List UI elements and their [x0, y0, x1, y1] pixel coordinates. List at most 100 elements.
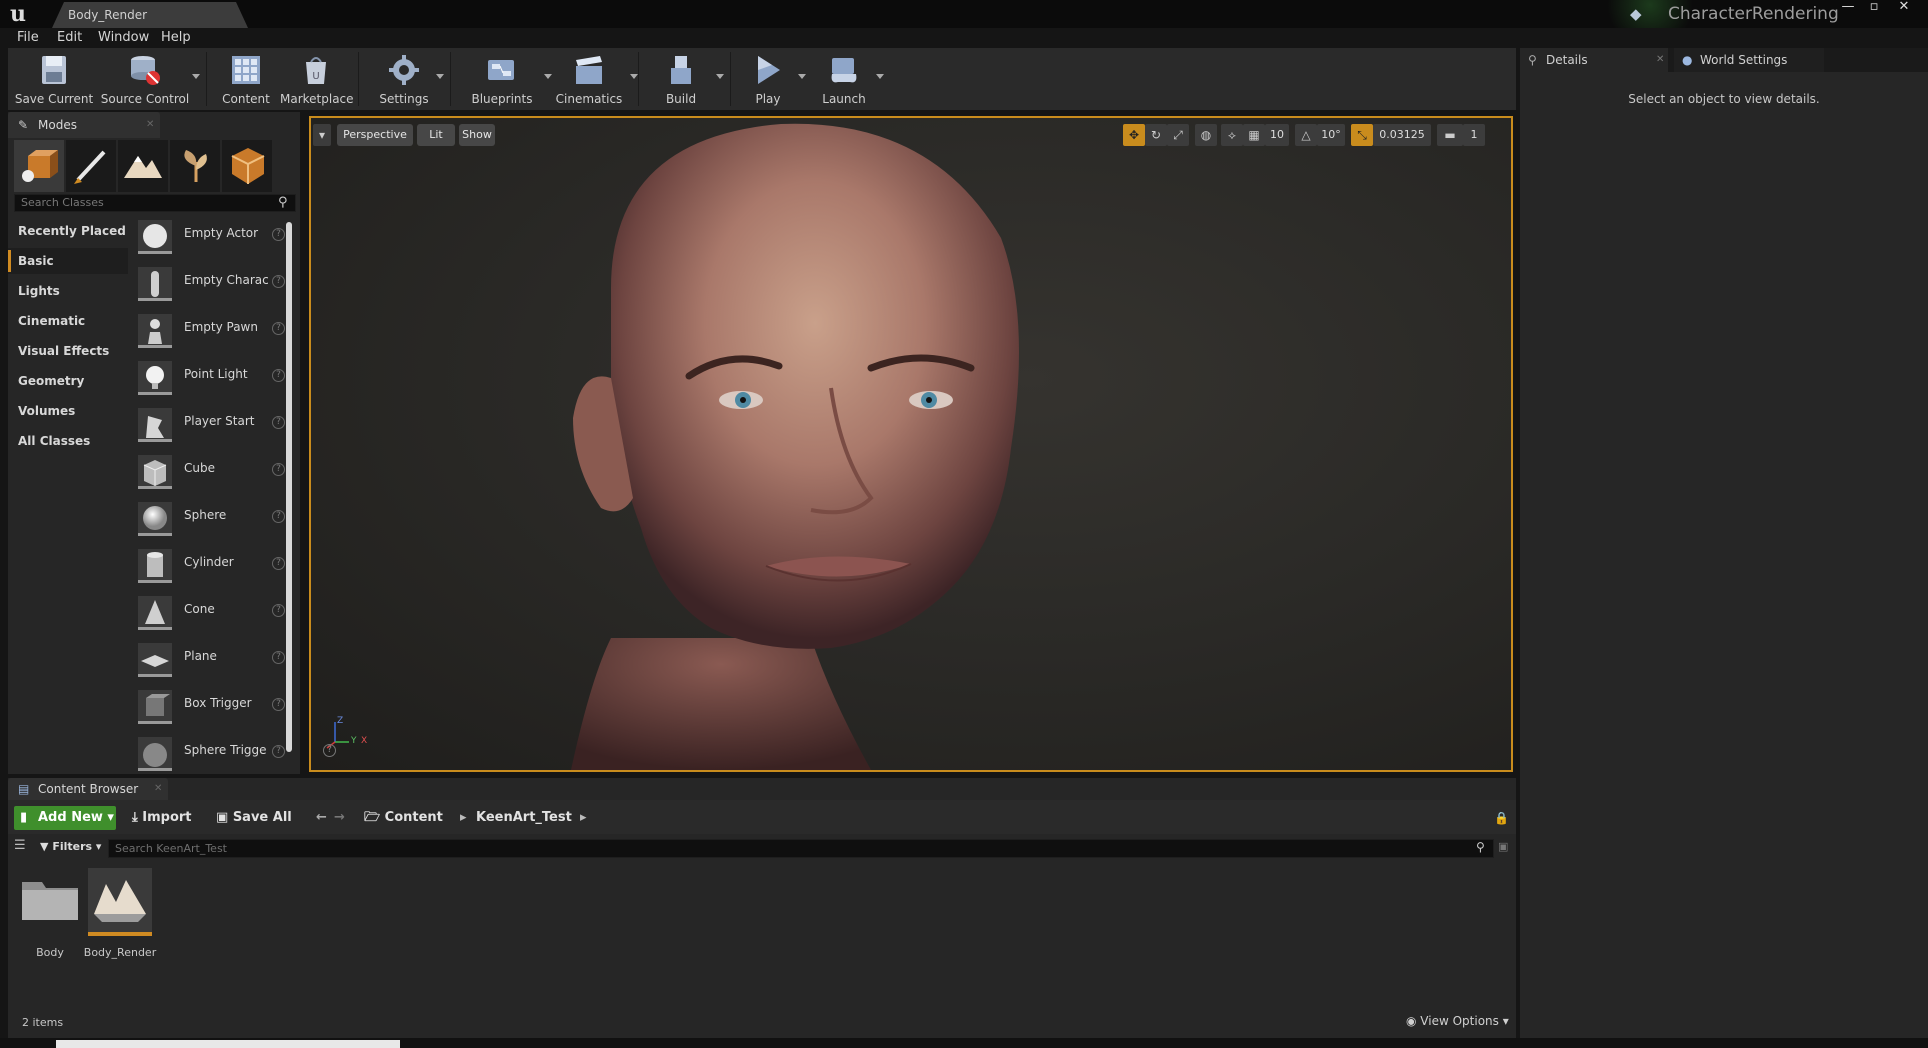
class-item-box-trigger[interactable]: Box Trigger? [132, 686, 294, 733]
content-browser-tab[interactable]: ▤ Content Browser ✕ [8, 778, 168, 800]
category-volumes[interactable]: Volumes [8, 398, 128, 424]
menu-window[interactable]: Window [98, 28, 149, 48]
breadcrumb-more-icon[interactable]: ▸ [580, 806, 587, 830]
help-icon[interactable]: ? [272, 369, 285, 382]
class-item-sphere[interactable]: Sphere? [132, 498, 294, 545]
class-item-cylinder[interactable]: Cylinder? [132, 545, 294, 592]
lock-icon[interactable]: 🔒 [1494, 806, 1509, 830]
add-new-button[interactable]: ▮ Add New ▾ [14, 806, 116, 830]
grid-snap-icon[interactable]: ▦ [1243, 124, 1265, 146]
category-recently-placed[interactable]: Recently Placed [8, 218, 128, 244]
cinematics-button[interactable]: Cinematics [546, 50, 638, 108]
menu-file[interactable]: File [17, 28, 39, 48]
history-forward-button[interactable]: → [334, 806, 345, 830]
class-item-cone[interactable]: Cone? [132, 592, 294, 639]
class-item-point-light[interactable]: Point Light? [132, 357, 294, 404]
filters-button[interactable]: ▼ Filters ▾ [40, 840, 101, 853]
modes-tab[interactable]: ✎ Modes ✕ [8, 112, 160, 138]
grid-snap-value[interactable]: 10 [1265, 124, 1289, 146]
content-button[interactable]: Content [214, 50, 278, 108]
content-search-icon[interactable]: ⚲ [1476, 840, 1485, 854]
import-button[interactable]: ⤓ Import [132, 806, 192, 830]
rotation-snap-icon[interactable]: △ [1295, 124, 1317, 146]
help-icon[interactable]: ? [272, 228, 285, 241]
category-cinematic[interactable]: Cinematic [8, 308, 128, 334]
viewport-options-button[interactable]: ▾ [313, 124, 331, 146]
help-icon[interactable]: ? [272, 745, 285, 758]
perspective-button[interactable]: Perspective [337, 124, 413, 146]
class-item-cube[interactable]: Cube? [132, 451, 294, 498]
modes-tab-close-icon[interactable]: ✕ [146, 112, 154, 138]
category-lights[interactable]: Lights [8, 278, 128, 304]
class-item-empty-character[interactable]: Empty Charac? [132, 263, 294, 310]
help-icon[interactable]: ? [272, 604, 285, 617]
save-search-icon[interactable]: ▣ [1498, 840, 1508, 853]
close-button[interactable]: ✕ [1892, 0, 1916, 16]
camera-speed-value[interactable]: 1 [1463, 124, 1485, 146]
lit-button[interactable]: Lit [417, 124, 455, 146]
play-button[interactable]: Play [738, 50, 806, 108]
help-icon[interactable]: ? [272, 416, 285, 429]
landscape-mode-button[interactable] [118, 140, 168, 192]
view-options-button[interactable]: ◉ View Options ▾ [1406, 1014, 1509, 1028]
asset-folder-body[interactable]: Body [18, 868, 82, 959]
save-all-button[interactable]: ▣ Save All [216, 806, 292, 830]
rotate-tool-icon[interactable]: ↻ [1145, 124, 1167, 146]
help-icon[interactable]: ? [272, 510, 285, 523]
history-back-button[interactable]: ← [316, 806, 327, 830]
menu-help[interactable]: Help [161, 28, 191, 48]
category-all-classes[interactable]: All Classes [8, 428, 128, 454]
class-item-empty-pawn[interactable]: Empty Pawn? [132, 310, 294, 357]
place-mode-button[interactable] [14, 140, 64, 192]
document-tab[interactable]: Body_Render [52, 2, 248, 28]
class-item-plane[interactable]: Plane? [132, 639, 294, 686]
level-viewport[interactable]: ▾ Perspective Lit Show ✥ ↻ ⤢ ◍ ⟡ ▦ 10 △ … [309, 116, 1513, 772]
content-browser-close-icon[interactable]: ✕ [154, 778, 162, 800]
translate-tool-icon[interactable]: ✥ [1123, 124, 1145, 146]
help-icon[interactable]: ? [272, 651, 285, 664]
foliage-mode-button[interactable] [170, 140, 220, 192]
tab-world-settings[interactable]: ● World Settings [1674, 48, 1824, 72]
sources-toggle-icon[interactable]: ☰ [14, 838, 26, 853]
category-geometry[interactable]: Geometry [8, 368, 128, 394]
minimize-button[interactable]: — [1836, 0, 1860, 16]
scale-tool-icon[interactable]: ⤢ [1167, 124, 1189, 146]
class-item-sphere-trigger[interactable]: Sphere Trigge? [132, 733, 294, 774]
world-local-icon[interactable]: ◍ [1195, 124, 1217, 146]
help-icon[interactable]: ? [272, 557, 285, 570]
class-item-empty-actor[interactable]: Empty Actor? [132, 216, 294, 263]
help-icon[interactable]: ? [272, 275, 285, 288]
geometry-mode-button[interactable] [222, 140, 272, 192]
asset-body-render-level[interactable]: Body_Render [84, 868, 156, 959]
search-classes-input[interactable]: Search Classes [14, 194, 296, 212]
blueprints-button[interactable]: Blueprints [458, 50, 552, 108]
help-icon[interactable]: ? [272, 463, 285, 476]
category-basic[interactable]: Basic [8, 248, 128, 274]
breadcrumb-content[interactable]: 🗁 Content [364, 806, 443, 830]
show-button[interactable]: Show [459, 124, 495, 146]
save-current-button[interactable]: Save Current [12, 50, 96, 108]
search-icon[interactable]: ⚲ [278, 195, 294, 211]
breadcrumb-keenart-test[interactable]: KeenArt_Test [476, 806, 572, 830]
camera-speed-icon[interactable]: ▬ [1437, 124, 1463, 146]
category-visual-effects[interactable]: Visual Effects [8, 338, 128, 364]
launch-button[interactable]: Launch [812, 50, 884, 108]
scale-snap-icon[interactable]: ⤡ [1351, 124, 1373, 146]
help-icon[interactable]: ? [272, 698, 285, 711]
details-tab-close-icon[interactable]: ✕ [1656, 48, 1664, 72]
menu-edit[interactable]: Edit [57, 28, 82, 48]
breadcrumb-separator-icon[interactable]: ▸ [460, 806, 467, 830]
viewport-help-icon[interactable]: ? [323, 744, 336, 757]
tab-details[interactable]: ⚲ Details ✕ [1520, 48, 1668, 72]
rotation-snap-value[interactable]: 10° [1317, 124, 1345, 146]
source-control-button[interactable]: Source Control [96, 50, 200, 108]
scale-snap-value[interactable]: 0.03125 [1373, 124, 1431, 146]
content-search-input[interactable]: Search KeenArt_Test [108, 839, 1494, 858]
settings-button[interactable]: Settings [366, 50, 444, 108]
class-item-player-start[interactable]: Player Start? [132, 404, 294, 451]
marketplace-button[interactable]: U Marketplace [280, 50, 354, 108]
surface-snap-icon[interactable]: ⟡ [1221, 124, 1243, 146]
class-list-scrollbar[interactable] [286, 222, 292, 752]
build-button[interactable]: Build [646, 50, 724, 108]
restore-button[interactable]: ▫ [1862, 0, 1886, 16]
